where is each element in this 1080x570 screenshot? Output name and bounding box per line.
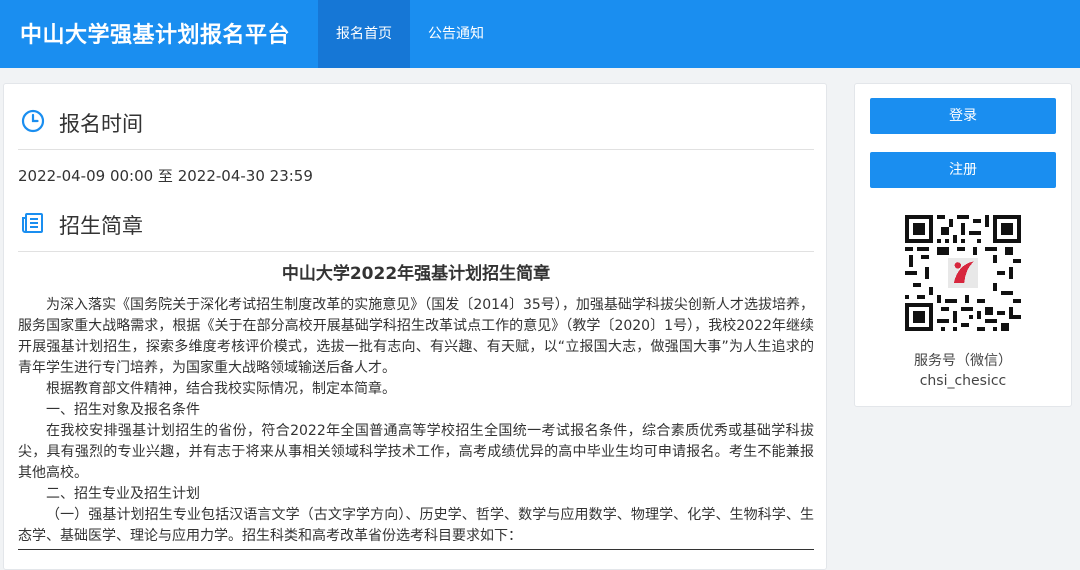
clock-icon (21, 109, 45, 137)
newspaper-icon (21, 211, 45, 239)
table-top-border (18, 549, 814, 550)
registration-time-title: 报名时间 (59, 112, 143, 136)
main-panel: 报名时间 2022-04-09 00:00 至 2022-04-30 23:59… (3, 83, 827, 570)
registration-time-heading: 报名时间 (21, 108, 143, 138)
document-section-heading: 二、招生专业及招生计划 (46, 486, 200, 502)
divider (18, 149, 814, 150)
qr-caption: 服务号（微信） (914, 353, 1012, 369)
brochure-title: 招生简章 (59, 214, 143, 238)
brochure-document: 中山大学2022年强基计划招生简章 为深入落实《国务院关于深化考试招生制度改革的… (18, 264, 814, 550)
document-paragraph: 根据教育部文件精神，结合我校实际情况，制定本简章。 (46, 381, 396, 397)
document-title: 中山大学2022年强基计划招生简章 (281, 264, 551, 284)
brochure-heading: 招生简章 (21, 210, 143, 240)
nav-home[interactable]: 报名首页 (318, 0, 410, 68)
document-paragraph: 在我校安排强基计划招生的省份，符合2022年全国普通高等学校招生全国统一考试报名… (18, 423, 814, 481)
document-paragraph: 为深入落实《国务院关于深化考试招生制度改革的实施意见》（国发〔2014〕35号）… (18, 297, 814, 376)
main-nav: 报名首页 公告通知 (318, 0, 502, 68)
top-navbar: 中山大学强基计划报名平台 报名首页 公告通知 (0, 0, 1080, 68)
wechat-qr-code (905, 215, 1021, 331)
nav-announcements[interactable]: 公告通知 (410, 0, 502, 68)
login-button[interactable]: 登录 (870, 98, 1056, 134)
document-paragraph: （一）强基计划招生专业包括汉语言文学（古文字学方向）、历史学、哲学、数学与应用数… (18, 507, 814, 544)
sidebar-panel: 登录 注册 服务号（微信） chsi_chesicc (854, 83, 1072, 407)
divider (18, 251, 814, 252)
document-section-heading: 一、招生对象及报名条件 (46, 402, 200, 418)
registration-time-value: 2022-04-09 00:00 至 2022-04-30 23:59 (18, 167, 313, 185)
register-button[interactable]: 注册 (870, 152, 1056, 188)
qr-account: chsi_chesicc (919, 373, 1007, 389)
site-brand[interactable]: 中山大学强基计划报名平台 (20, 17, 290, 49)
